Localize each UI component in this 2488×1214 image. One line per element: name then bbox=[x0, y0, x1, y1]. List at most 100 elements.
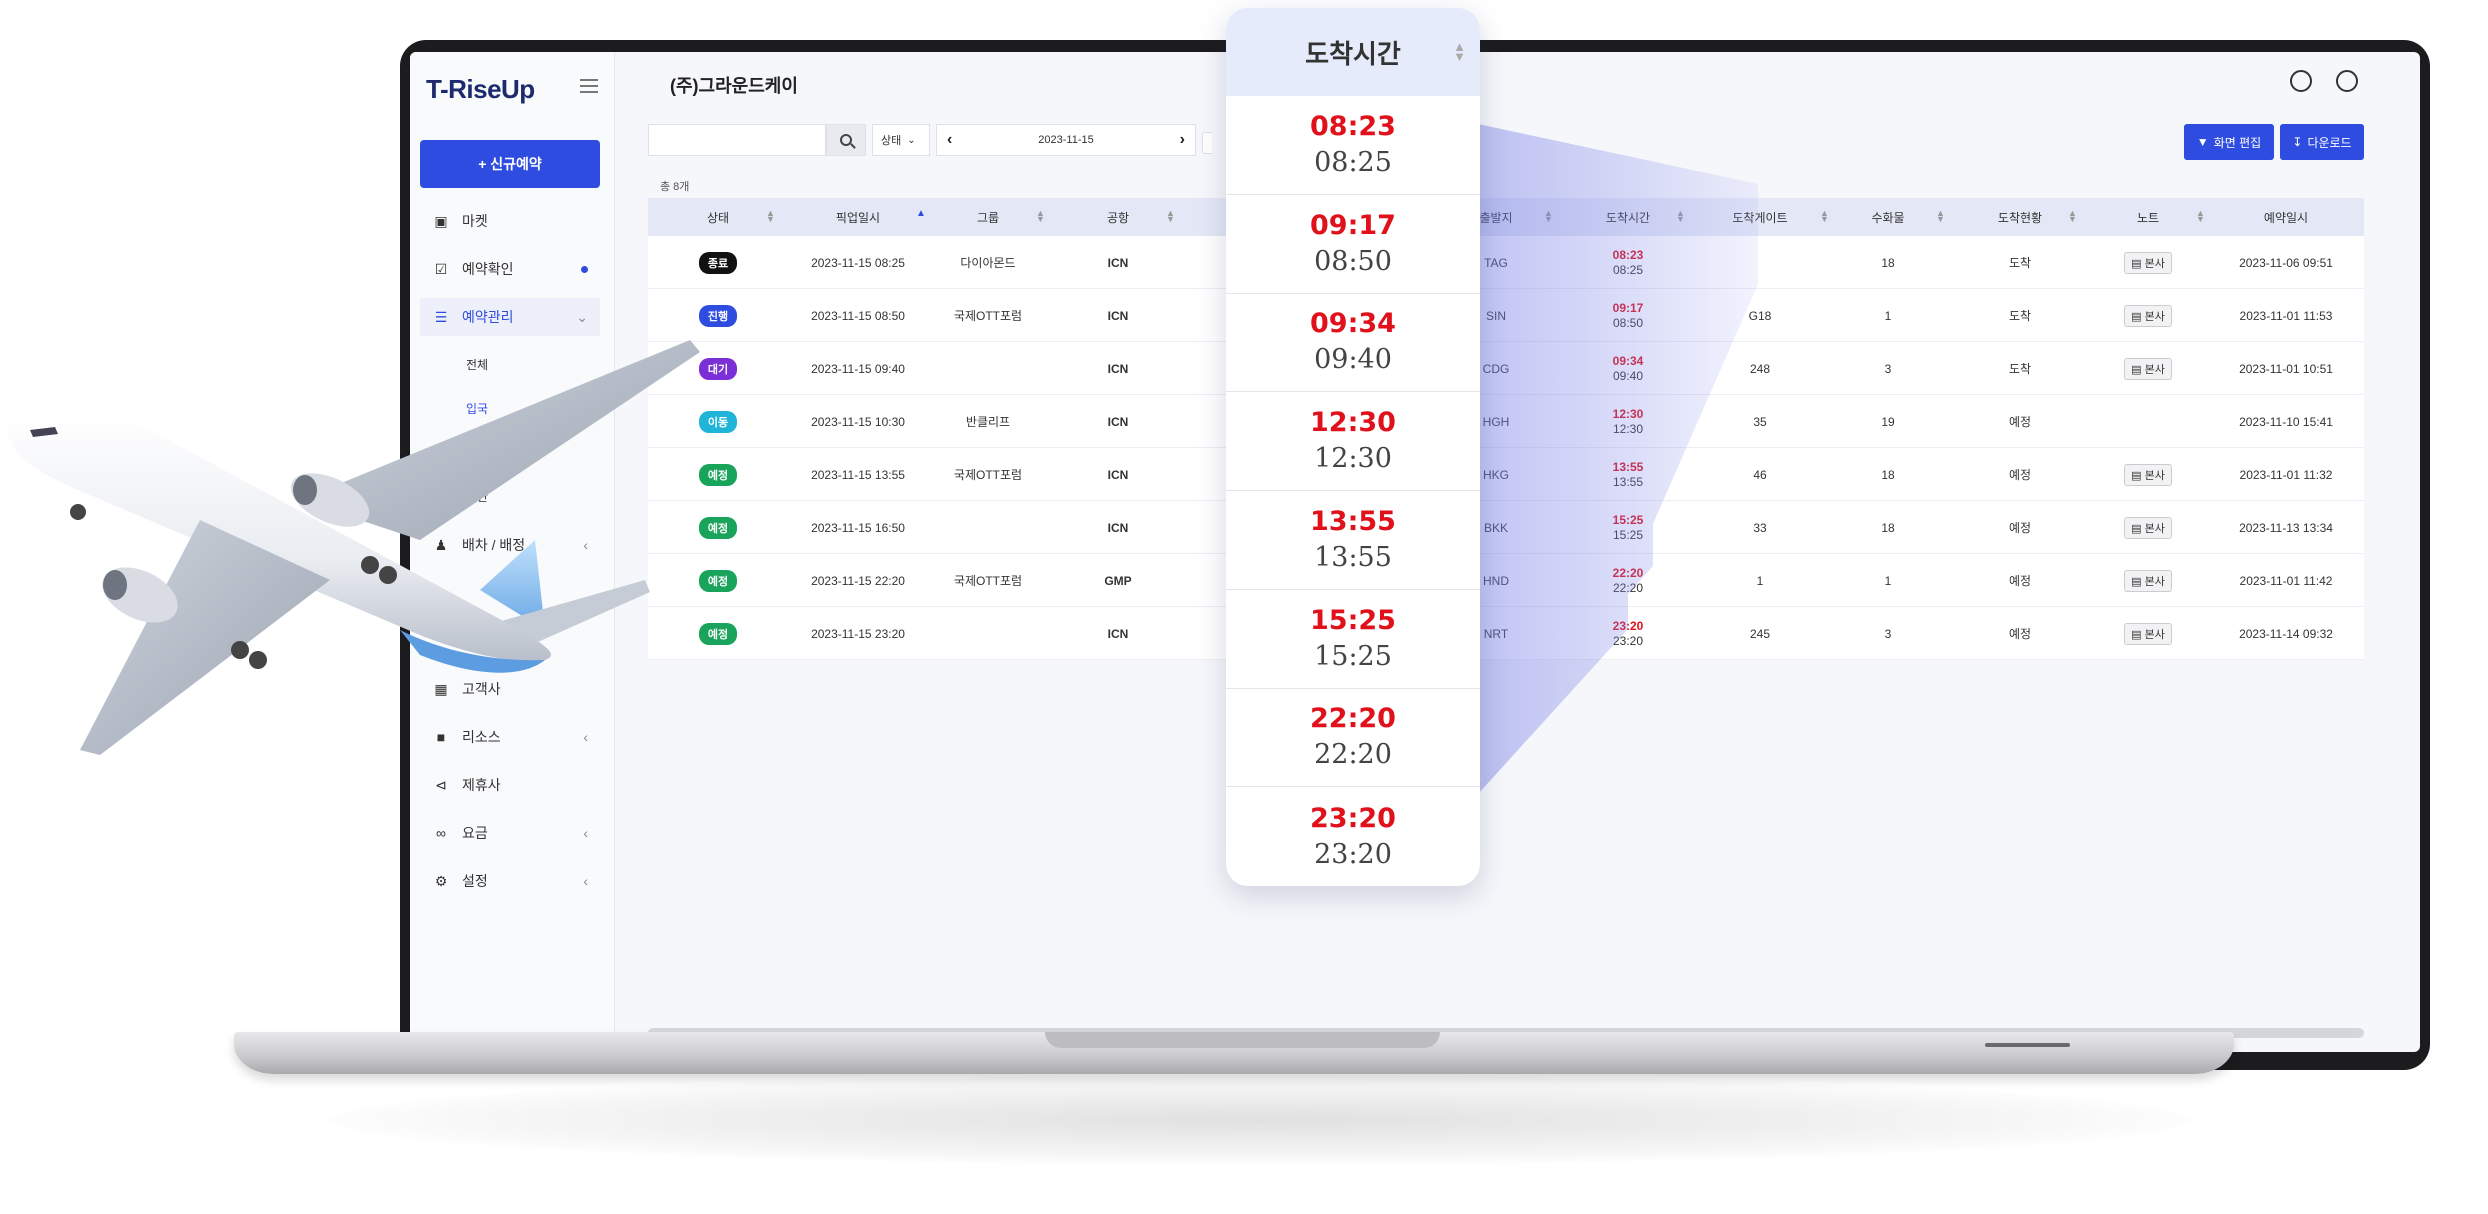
sort-icon[interactable]: ▲▼ bbox=[1166, 209, 1175, 224]
cell-group bbox=[928, 342, 1048, 395]
cell-baggage: 18 bbox=[1828, 236, 1948, 289]
user-icon[interactable] bbox=[2336, 70, 2358, 92]
note-icon: ▤ bbox=[2131, 363, 2145, 376]
group-name: 반클리프 bbox=[965, 415, 1011, 429]
popup-time-cell: 09:34 09:40 bbox=[1226, 294, 1480, 393]
column-header[interactable]: 도착현황 bbox=[1960, 198, 2080, 236]
cell-baggage: 1 bbox=[1828, 289, 1948, 342]
airport-code: ICN bbox=[1107, 467, 1129, 482]
sidebar-item-market[interactable]: ▣ 마켓 bbox=[420, 202, 600, 240]
cell-reserved: 2023-11-01 11:42 bbox=[2226, 554, 2346, 607]
note-button[interactable]: ▤ 본사 bbox=[2124, 304, 2172, 327]
baggage-count: 3 bbox=[1884, 626, 1892, 641]
sidebar-item-rates[interactable]: ∞ 요금 ‹ bbox=[420, 814, 600, 852]
column-header-label: 공항 bbox=[1106, 210, 1130, 225]
column-header[interactable]: 노트 bbox=[2088, 198, 2208, 236]
column-header[interactable]: 공항 bbox=[1058, 198, 1178, 236]
status-badge: 종료 bbox=[698, 251, 738, 274]
sidebar-item-settings[interactable]: ⚙ 설정 ‹ bbox=[420, 862, 600, 900]
note-button[interactable]: ▤ 본사 bbox=[2124, 622, 2172, 645]
reserved-time: 2023-11-01 11:53 bbox=[2239, 308, 2333, 323]
note-label: 본사 bbox=[2144, 257, 2165, 270]
note-button[interactable]: ▤ 본사 bbox=[2124, 569, 2172, 592]
cell-note: ▤ 본사 bbox=[2088, 501, 2208, 554]
download-button[interactable]: ↧ 다운로드 bbox=[2280, 124, 2364, 160]
baggage-count: 18 bbox=[1881, 520, 1895, 535]
group-name: 국제OTT포럼 bbox=[953, 574, 1023, 588]
sort-icon[interactable]: ▲▼ bbox=[1036, 209, 1045, 224]
pickup-time: 2023-11-15 10:30 bbox=[811, 414, 905, 429]
next-date-button[interactable]: › bbox=[1180, 131, 1185, 149]
scheduled-time: 09:34 bbox=[1310, 308, 1396, 340]
status-select[interactable]: 상태 ⌄ bbox=[872, 124, 930, 156]
status-badge: 예정 bbox=[698, 516, 738, 539]
sort-icon[interactable]: ▲▼ bbox=[766, 209, 775, 224]
pickup-time: 2023-11-15 16:50 bbox=[811, 520, 905, 535]
sidebar-item-reservation-check[interactable]: ☑ 예약확인 bbox=[420, 250, 600, 288]
cell-note: ▤ 본사 bbox=[2088, 607, 2208, 660]
cell-reserved: 2023-11-10 15:41 bbox=[2226, 395, 2346, 448]
scheduled-time: 23:20 bbox=[1310, 802, 1396, 834]
cell-arrival-status: 예정 bbox=[1960, 501, 2080, 554]
airport-code: ICN bbox=[1107, 414, 1129, 429]
column-header-label: 상태 bbox=[706, 210, 730, 225]
column-header[interactable]: 수화물 bbox=[1828, 198, 1948, 236]
date-picker-toggle[interactable] bbox=[1202, 132, 1212, 154]
pickup-time: 2023-11-15 22:20 bbox=[811, 573, 905, 588]
globe-icon[interactable] bbox=[2290, 70, 2312, 92]
reserved-time: 2023-11-01 11:32 bbox=[2239, 467, 2333, 482]
edit-view-button[interactable]: ▼ 화면 편집 bbox=[2184, 124, 2274, 160]
note-label: 본사 bbox=[2144, 628, 2165, 641]
cell-note: ▤ 본사 bbox=[2088, 236, 2208, 289]
pickup-time: 2023-11-15 08:25 bbox=[811, 255, 905, 270]
note-button[interactable]: ▤ 본사 bbox=[2124, 463, 2172, 486]
popup-header[interactable]: 도착시간 ▲ ▼ bbox=[1226, 8, 1480, 96]
column-header-label: 예약일시 bbox=[2263, 210, 2309, 225]
baggage-count: 19 bbox=[1881, 414, 1895, 429]
cell-gate: 35 bbox=[1700, 395, 1820, 448]
sort-icon[interactable]: ▲▼ bbox=[1936, 209, 1945, 224]
arrival-status: 도착 bbox=[2008, 256, 2032, 270]
note-button[interactable]: ▤ 본사 bbox=[2124, 251, 2172, 274]
column-header[interactable]: 픽업일시 bbox=[798, 198, 918, 236]
sidebar-item-partners[interactable]: ⊲ 제휴사 bbox=[420, 766, 600, 804]
popup-time-cell: 23:20 23:20 bbox=[1226, 787, 1480, 886]
cell-pickup: 2023-11-15 13:55 bbox=[798, 448, 918, 501]
search-button[interactable] bbox=[826, 124, 866, 156]
gears-icon: ⚙ bbox=[434, 872, 448, 889]
airplane-illustration bbox=[8, 340, 700, 755]
sort-icon[interactable]: ▲▼ bbox=[2068, 209, 2077, 224]
sidebar-item-label: 예약관리 bbox=[462, 309, 514, 325]
new-reservation-button[interactable]: + 신규예약 bbox=[420, 140, 600, 188]
note-button[interactable]: ▤ 본사 bbox=[2124, 516, 2172, 539]
sort-icon[interactable]: ▲▼ bbox=[2196, 209, 2205, 224]
column-header[interactable]: 예약일시 bbox=[2226, 198, 2346, 236]
airport-code: ICN bbox=[1107, 626, 1129, 641]
cell-baggage: 3 bbox=[1828, 607, 1948, 660]
chevron-down-icon: ⌄ bbox=[907, 134, 916, 146]
prev-date-button[interactable]: ‹ bbox=[947, 131, 952, 149]
download-icon: ↧ bbox=[2292, 135, 2303, 149]
arrival-gate: 33 bbox=[1753, 520, 1767, 535]
note-label: 본사 bbox=[2144, 469, 2165, 482]
cell-airport: GMP bbox=[1058, 554, 1178, 607]
cell-baggage: 1 bbox=[1828, 554, 1948, 607]
sort-icon[interactable]: ▲▼ bbox=[1453, 40, 1466, 63]
column-header[interactable]: 상태 bbox=[658, 198, 778, 236]
actual-time: 13:55 bbox=[1314, 541, 1392, 573]
column-header[interactable]: 그룹 bbox=[928, 198, 1048, 236]
cell-reserved: 2023-11-06 09:51 bbox=[2226, 236, 2346, 289]
cell-pickup: 2023-11-15 23:20 bbox=[798, 607, 918, 660]
hamburger-icon[interactable] bbox=[580, 79, 598, 97]
arrival-gate: 46 bbox=[1753, 467, 1767, 482]
list-icon: ☰ bbox=[434, 308, 448, 325]
popup-time-cell: 13:55 13:55 bbox=[1226, 491, 1480, 590]
cell-note: ▤ 본사 bbox=[2088, 448, 2208, 501]
search-input[interactable] bbox=[648, 124, 826, 156]
actual-time: 08:50 bbox=[1314, 245, 1392, 277]
airport-code: ICN bbox=[1107, 520, 1129, 535]
status-select-value: 상태 bbox=[881, 135, 902, 147]
note-button[interactable]: ▤ 본사 bbox=[2124, 357, 2172, 380]
sort-asc-icon[interactable]: ▲ bbox=[916, 209, 926, 219]
actual-time: 22:20 bbox=[1314, 739, 1392, 771]
